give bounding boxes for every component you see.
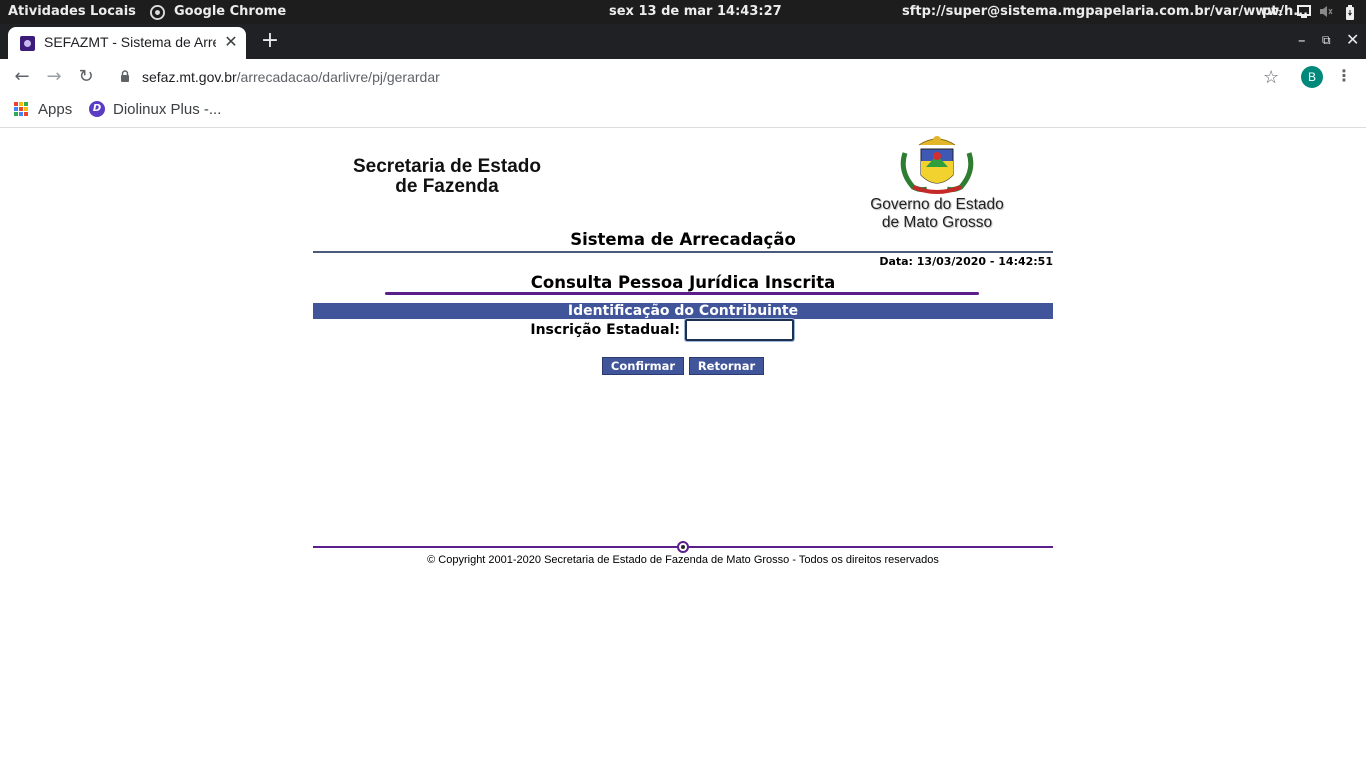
- chrome-icon: [150, 5, 165, 20]
- governo-mt-logo-text: Governo do Estado de Mato Grosso: [858, 196, 1016, 232]
- back-arrow-icon[interactable]: ←: [10, 65, 34, 89]
- places-menu[interactable]: Locais: [90, 4, 136, 19]
- tab-strip: SEFAZMT - Sistema de Arrecadação ✕ + – ⧉…: [0, 24, 1366, 59]
- brand-left-line2: de Fazenda: [395, 176, 499, 197]
- forward-arrow-icon[interactable]: →: [42, 65, 66, 89]
- bookmarks-bar: Apps Diolinux Plus -...: [0, 95, 1366, 128]
- diolinux-favicon-icon: D: [89, 101, 105, 117]
- return-button[interactable]: Retornar: [689, 357, 764, 375]
- date-stamp: Data: 13/03/2020 - 14:42:51: [879, 255, 1053, 268]
- page-title: Consulta Pessoa Jurídica Inscrita: [530, 273, 836, 292]
- apps-grid-icon[interactable]: [14, 102, 28, 116]
- minimize-icon[interactable]: –: [1298, 31, 1306, 49]
- chrome-menu-icon[interactable]: ⋮: [1336, 66, 1352, 85]
- lock-icon[interactable]: [120, 70, 130, 82]
- close-tab-icon[interactable]: ✕: [222, 32, 240, 52]
- system-title: Sistema de Arrecadação: [570, 230, 796, 249]
- browser-tab[interactable]: SEFAZMT - Sistema de Arrecadação ✕: [8, 27, 246, 59]
- url-path: /arrecadacao/darlivre/pj/gerardar: [236, 69, 440, 85]
- app-menu[interactable]: Google Chrome: [174, 4, 286, 19]
- browser-toolbar: ← → ↻ sefaz.mt.gov.br/arrecadacao/darliv…: [0, 59, 1366, 95]
- title-divider: [385, 292, 979, 295]
- battery-icon[interactable]: [1345, 5, 1355, 20]
- header-divider: [313, 251, 1053, 253]
- reload-icon[interactable]: ↻: [74, 65, 98, 89]
- new-tab-icon[interactable]: +: [260, 29, 280, 53]
- footer-divider-ornament: [677, 541, 689, 553]
- confirm-button[interactable]: Confirmar: [602, 357, 684, 375]
- url-host: sefaz.mt.gov.br: [142, 69, 237, 85]
- brand-left-line1: Secretaria de Estado: [353, 156, 541, 177]
- bookmark-star-icon[interactable]: ☆: [1263, 67, 1279, 88]
- clock[interactable]: sex 13 de mar 14:43:27: [609, 4, 782, 19]
- address-bar[interactable]: sefaz.mt.gov.br/arrecadacao/darlivre/pj/…: [108, 61, 1292, 93]
- copyright-text: © Copyright 2001-2020 Secretaria de Esta…: [427, 554, 939, 566]
- sefaz-favicon-icon: [20, 36, 35, 51]
- sefaz-logo-text: Secretaria de Estado de Fazenda: [340, 157, 554, 197]
- url-text[interactable]: sefaz.mt.gov.br/arrecadacao/darlivre/pj/…: [142, 69, 440, 85]
- tab-title: SEFAZMT - Sistema de Arrecadação: [44, 34, 216, 50]
- brand-right-line1: Governo do Estado: [870, 196, 1004, 213]
- section-header: Identificação do Contribuinte: [313, 303, 1053, 319]
- profile-avatar[interactable]: B: [1301, 66, 1323, 88]
- close-window-icon[interactable]: ✕: [1346, 31, 1359, 49]
- inscricao-estadual-input[interactable]: [684, 318, 795, 342]
- inscricao-estadual-label: Inscrição Estadual:: [530, 322, 680, 338]
- bookmark-apps[interactable]: Apps: [38, 101, 72, 118]
- mato-grosso-coat-of-arms-icon: [900, 136, 974, 194]
- screen-icon[interactable]: [1297, 5, 1311, 18]
- page-content: Secretaria de Estado de Fazenda Governo …: [0, 129, 1366, 768]
- volume-muted-icon[interactable]: [1319, 5, 1333, 18]
- window-title: sftp://super@sistema.mgpapelaria.com.br/…: [902, 4, 1309, 19]
- system-top-bar: Atividades Locais Google Chrome sex 13 d…: [0, 0, 1366, 24]
- keyboard-layout-indicator[interactable]: pt₁: [1262, 4, 1283, 19]
- restore-icon[interactable]: ⧉: [1322, 31, 1331, 49]
- bookmark-diolinux[interactable]: Diolinux Plus -...: [113, 101, 221, 118]
- activities-button[interactable]: Atividades: [8, 4, 86, 19]
